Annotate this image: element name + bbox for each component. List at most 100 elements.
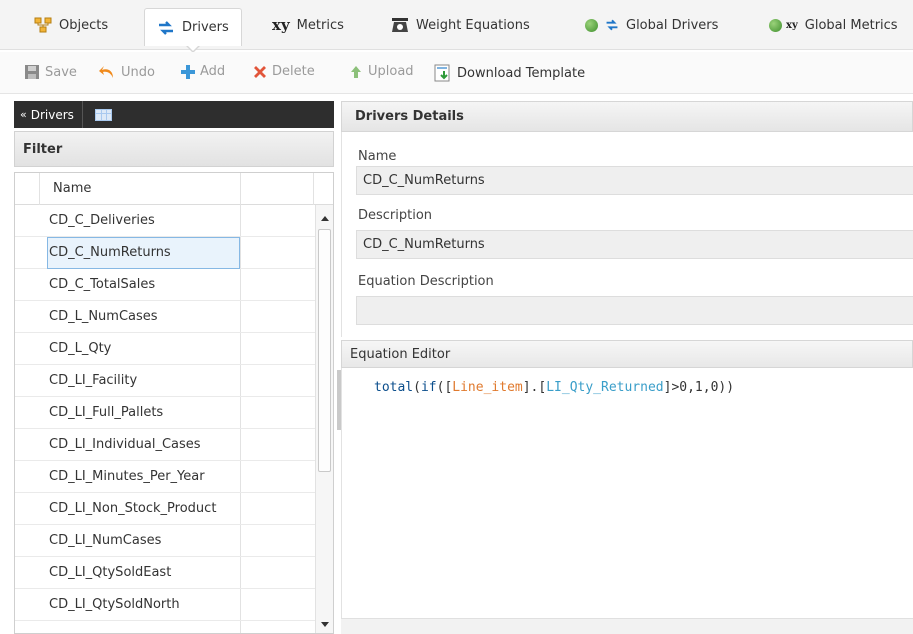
tab-weight-equations-label: Weight Equations (416, 17, 530, 33)
delete-button[interactable]: Delete (253, 64, 315, 79)
editor-horizontal-scrollbar[interactable] (341, 618, 913, 634)
driver-name-cell: CD_LI_Facility (49, 373, 138, 388)
upload-button[interactable]: Upload (349, 64, 414, 79)
drivers-details-title: Drivers Details (355, 109, 464, 124)
table-row[interactable]: CD_LI_Individual_Cases (15, 429, 315, 461)
download-template-button[interactable]: Download Template (434, 64, 585, 82)
upload-icon (351, 65, 361, 78)
code-token-bracket: ([ (436, 380, 453, 395)
drivers-panel-title: Drivers (30, 107, 74, 122)
tab-drivers[interactable]: Drivers (144, 8, 242, 53)
global-drivers-icon (606, 19, 618, 31)
add-button[interactable]: Add (181, 64, 225, 79)
download-template-label: Download Template (457, 65, 586, 81)
drivers-grid: Name CD_C_Deliveries CD_C_NumReturns CD_C_… (14, 172, 334, 634)
driver-name-cell: CD_C_NumReturns (49, 245, 171, 260)
table-row[interactable]: CD_LI_Full_Pallets (15, 397, 315, 429)
driver-name-cell: CD_LI_Full_Pallets (49, 405, 164, 420)
save-label: Save (45, 64, 77, 80)
undo-icon (99, 66, 113, 78)
undo-label: Undo (121, 64, 155, 80)
download-template-icon (434, 64, 450, 82)
code-token-if: if (420, 380, 437, 395)
upload-label: Upload (368, 64, 414, 79)
tab-objects[interactable]: Objects (34, 10, 108, 40)
tab-objects-label: Objects (59, 17, 109, 33)
code-token-paren: ( (413, 380, 421, 395)
collapse-drivers-toggle[interactable]: « Drivers (14, 101, 82, 128)
driver-name-cell: CD_LI_Non_Stock_Product (49, 501, 217, 516)
name-column-header[interactable]: Name (53, 181, 91, 196)
tab-global-metrics[interactable]: xy Global Metrics (769, 10, 898, 40)
table-row[interactable]: CD_C_TotalSales (15, 269, 315, 301)
drivers-details-form: Name CD_C_NumReturns Description CD_C_Nu… (341, 132, 913, 337)
tab-global-metrics-label: Global Metrics (804, 17, 898, 33)
table-row[interactable]: CD_LI_QtySoldEast (15, 557, 315, 589)
delete-x-icon (254, 65, 266, 78)
grid-header: Name (15, 173, 333, 205)
grid-col-divider (39, 173, 40, 205)
equation-editor[interactable]: total(if([Line_item].[LI_Qty_Returned]>0… (341, 368, 913, 634)
driver-name-cell: CD_LI_Individual_Cases (49, 437, 201, 452)
global-metrics-icon (769, 18, 782, 32)
driver-name-cell: CD_LI_NumCases (49, 533, 162, 548)
table-row[interactable]: CD_C_NumReturns (15, 237, 315, 269)
table-row[interactable]: CD_LI_QtySoldNorth (15, 589, 315, 621)
grid-vertical-scrollbar[interactable] (315, 205, 333, 633)
code-token-field: LI_Qty_Returned (546, 380, 664, 395)
table-row[interactable]: CD_LI_Non_Stock_Product (15, 493, 315, 525)
tab-global-drivers-label: Global Drivers (626, 17, 719, 33)
undo-button[interactable]: Undo (98, 64, 155, 80)
objects-icon (34, 17, 52, 33)
drivers-panel-header: « Drivers (14, 101, 334, 128)
save-icon (25, 65, 39, 79)
description-field-label: Description (358, 208, 433, 223)
scrollbar-thumb[interactable] (318, 229, 331, 472)
globe-icon (585, 18, 598, 32)
code-token-total: total (374, 380, 414, 395)
grid-view-icon[interactable] (94, 108, 112, 121)
table-row[interactable]: CD_LI_Minutes_Per_Year (15, 461, 315, 493)
driver-name-cell: CD_L_Qty (49, 341, 112, 356)
weight-scale-icon (392, 18, 408, 32)
table-row[interactable]: CD_L_Qty (15, 333, 315, 365)
name-field[interactable]: CD_C_NumReturns (356, 166, 913, 195)
equation-editor-header: Equation Editor (341, 340, 913, 368)
table-row[interactable]: CD_LI_Facility (15, 365, 315, 397)
equation-description-field[interactable] (356, 296, 913, 325)
tab-weight-equations[interactable]: Weight Equations (391, 10, 530, 40)
driver-name-cell: CD_LI_Minutes_Per_Year (49, 469, 205, 484)
scroll-down-arrow-icon[interactable] (321, 622, 329, 627)
table-row[interactable]: CD_L_NumCases (15, 301, 315, 333)
save-button[interactable]: Save (24, 64, 77, 80)
filter-label: Filter (23, 141, 63, 157)
grid-col-divider (313, 173, 314, 205)
header-divider (81, 101, 83, 128)
driver-name-cell: CD_C_TotalSales (49, 277, 156, 292)
delete-label: Delete (272, 64, 315, 79)
tab-global-drivers[interactable]: Global Drivers (585, 10, 718, 40)
table-row[interactable]: CD_LI_NumCases (15, 525, 315, 557)
equation-code-line[interactable]: total(if([Line_item].[LI_Qty_Returned]>0… (374, 380, 734, 395)
driver-name-cell: CD_LI_QtySoldNorth (49, 597, 180, 612)
filter-bar[interactable]: Filter (14, 131, 334, 167)
name-field-label: Name (358, 149, 397, 164)
double-chevron-left-icon: « (20, 108, 27, 121)
tab-drivers-label: Drivers (182, 20, 229, 35)
tab-metrics-label: Metrics (296, 17, 344, 33)
code-token-separator: ].[ (522, 380, 547, 395)
tab-metrics[interactable]: xy Metrics (272, 10, 344, 40)
driver-name-cell: CD_L_NumCases (49, 309, 158, 324)
metrics-xy-icon: xy (272, 16, 290, 34)
module-tab-bar: Objects Drivers xy Metrics Weight Equati… (0, 0, 913, 53)
equation-editor-title: Equation Editor (350, 346, 451, 362)
driver-name-cell: CD_C_Deliveries (49, 213, 155, 228)
scroll-up-arrow-icon[interactable] (321, 216, 329, 221)
metrics-xy-small-icon: xy (786, 19, 798, 31)
add-plus-icon (181, 64, 195, 79)
table-row[interactable]: CD_C_Deliveries (15, 205, 315, 237)
driver-name-cell: CD_LI_QtySoldEast (49, 565, 172, 580)
equation-description-label: Equation Description (358, 274, 494, 289)
description-field[interactable]: CD_C_NumReturns (356, 230, 913, 259)
add-label: Add (200, 64, 226, 79)
